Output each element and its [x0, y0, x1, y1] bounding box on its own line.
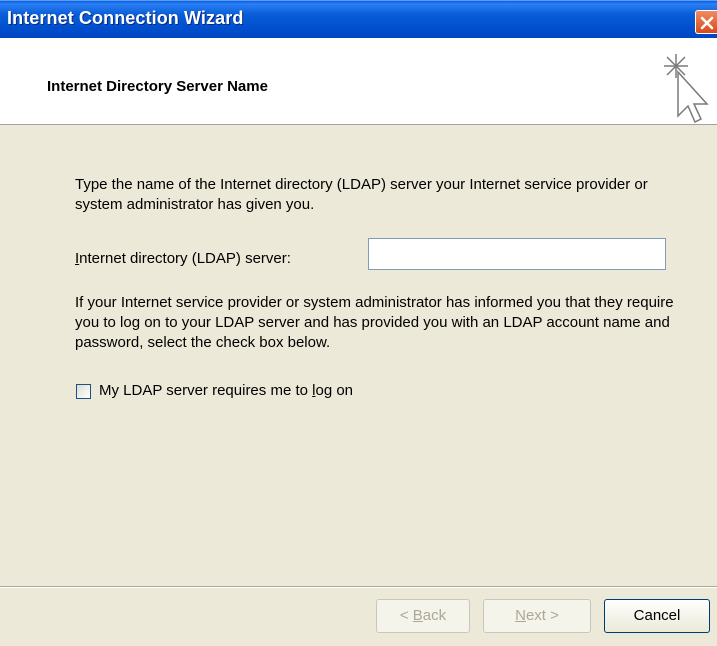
close-icon [700, 16, 714, 30]
next-button-label: ext > [525, 607, 559, 624]
checkbox-label-start: My LDAP server requires me to [99, 382, 313, 399]
wizard-header: Internet Directory Server Name [0, 38, 717, 125]
wizard-footer: < Back Next > Cancel [0, 588, 717, 646]
server-label: Internet directory (LDAP) server: [75, 249, 291, 269]
next-button[interactable]: Next > [483, 599, 591, 633]
server-label-text: nternet directory (LDAP) server: [79, 250, 291, 267]
intro-text: Type the name of the Internet directory … [75, 176, 648, 213]
close-button[interactable] [695, 10, 717, 34]
next-button-access-key: N [515, 607, 526, 624]
ldap-logon-checkbox-label[interactable]: My LDAP server requires me to log on [99, 381, 353, 401]
info-text: If your Internet service provider or sys… [75, 294, 674, 351]
window-title: Internet Connection Wizard [7, 8, 244, 28]
back-button-label: ack [422, 607, 447, 624]
back-button-access-key: B [412, 607, 423, 624]
back-button-prefix: < [399, 607, 413, 624]
ldap-logon-checkbox[interactable] [76, 384, 91, 399]
checkbox-label-end: og on [315, 382, 354, 399]
cancel-button[interactable]: Cancel [604, 599, 710, 633]
wizard-cursor-sparkle-icon [664, 54, 709, 124]
page-heading: Internet Directory Server Name [47, 78, 268, 95]
back-button[interactable]: < Back [376, 599, 470, 633]
title-bar[interactable]: Internet Connection Wizard [0, 0, 717, 38]
ldap-server-input[interactable] [368, 238, 666, 270]
wizard-body: Type the name of the Internet directory … [0, 125, 717, 588]
